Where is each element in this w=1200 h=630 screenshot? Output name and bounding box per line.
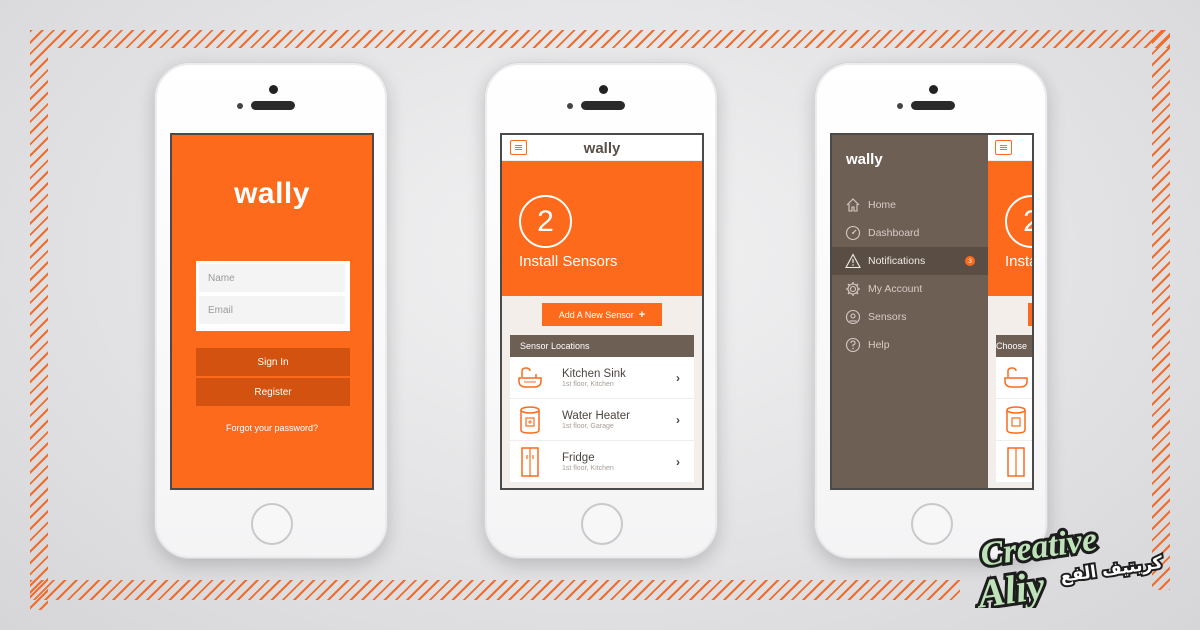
sink-icon bbox=[996, 357, 1032, 399]
menu-item-sensors[interactable]: Sensors bbox=[832, 303, 988, 331]
camera bbox=[929, 85, 938, 94]
earpiece-speaker bbox=[581, 101, 625, 110]
chevron-right-icon: › bbox=[676, 370, 680, 385]
earpiece-speaker bbox=[251, 101, 295, 110]
sensor-list: Kitchen Sink 1st floor, Kitchen › Water … bbox=[510, 357, 694, 483]
earpiece-speaker bbox=[911, 101, 955, 110]
step-title: Install Sensors bbox=[519, 253, 618, 270]
app-logo: wally bbox=[583, 140, 621, 157]
main-content-peek: 2 Install Sensors Choose bbox=[988, 135, 1032, 488]
fridge-icon bbox=[510, 441, 550, 483]
home-button[interactable] bbox=[251, 503, 293, 545]
app-logo: wally bbox=[846, 151, 883, 168]
phone-login: wally Sign In Register Forgot your passw… bbox=[154, 62, 388, 559]
menu-item-label: Notifications bbox=[868, 255, 926, 267]
creative-aliy-logo: Creative Creative Aliy Aliy كريتيف الفع … bbox=[969, 518, 1166, 608]
plus-icon: + bbox=[638, 308, 646, 321]
sensor-row[interactable] bbox=[996, 399, 1032, 441]
water-heater-icon bbox=[996, 399, 1032, 441]
menu-item-notifications[interactable]: Notifications 3 bbox=[832, 247, 988, 275]
menu-item-dashboard[interactable]: Dashboard bbox=[832, 219, 988, 247]
register-button[interactable]: Register bbox=[196, 378, 350, 406]
sensor-locations-header: Sensor Locations bbox=[510, 335, 694, 357]
chevron-right-icon: › bbox=[676, 412, 680, 427]
menu-item-label: Home bbox=[868, 199, 897, 211]
warning-icon bbox=[845, 253, 861, 269]
sensor-row-fridge[interactable]: Fridge 1st floor, Kitchen › bbox=[510, 441, 694, 483]
step-number: 2 bbox=[1005, 195, 1032, 248]
water-heater-icon bbox=[510, 399, 550, 441]
add-sensor-button[interactable] bbox=[1028, 303, 1032, 326]
sensor-row-kitchen-sink[interactable]: Kitchen Sink 1st floor, Kitchen › bbox=[510, 357, 694, 399]
help-icon bbox=[845, 337, 861, 353]
menu-item-home[interactable]: Home bbox=[832, 191, 988, 219]
dashboard-icon bbox=[845, 225, 861, 241]
notification-count-badge: 3 bbox=[965, 256, 975, 266]
stripe-frame-top bbox=[30, 30, 1170, 48]
name-field[interactable] bbox=[199, 264, 345, 292]
nav-menu: Home Dashboard Notifications 3 My Accoun… bbox=[832, 191, 988, 359]
sensor-locations-header: Choose bbox=[996, 335, 1032, 357]
sensor-row[interactable] bbox=[996, 441, 1032, 483]
login-form bbox=[196, 261, 350, 331]
fridge-icon bbox=[996, 441, 1032, 483]
menu-item-label: Sensors bbox=[868, 311, 907, 323]
sensor-name: Water Heater bbox=[562, 409, 630, 422]
menu-item-label: My Account bbox=[868, 283, 923, 295]
step-number: 2 bbox=[519, 195, 572, 248]
forgot-password-link[interactable]: Forgot your password? bbox=[172, 423, 372, 433]
menu-item-label: Help bbox=[868, 339, 890, 351]
stripe-frame-bottom bbox=[30, 580, 960, 600]
sensor-name: Kitchen Sink bbox=[562, 367, 626, 380]
add-sensor-label: Add A New Sensor bbox=[558, 309, 634, 320]
step-title: Install Sensors bbox=[1005, 253, 1032, 270]
sensor-icon bbox=[845, 309, 861, 325]
proximity-sensor bbox=[237, 103, 243, 109]
camera bbox=[269, 85, 278, 94]
sensor-location: 1st floor, Kitchen bbox=[562, 464, 614, 472]
home-button[interactable] bbox=[911, 503, 953, 545]
chevron-right-icon: › bbox=[676, 454, 680, 469]
home-button[interactable] bbox=[581, 503, 623, 545]
sensor-row-water-heater[interactable]: Water Heater 1st floor, Garage › bbox=[510, 399, 694, 441]
sink-icon bbox=[510, 357, 550, 399]
menu-item-label: Dashboard bbox=[868, 227, 920, 239]
nav-drawer: wally Home Dashboard Notifications 3 My … bbox=[832, 135, 988, 488]
sensor-list bbox=[996, 357, 1032, 483]
sensor-location: 1st floor, Kitchen bbox=[562, 380, 614, 388]
stripe-frame-right bbox=[1152, 30, 1170, 590]
step-hero: 2 Install Sensors bbox=[988, 161, 1032, 296]
sensor-row[interactable] bbox=[996, 357, 1032, 399]
menu-item-help[interactable]: Help bbox=[832, 331, 988, 359]
phone-menu: 2 Install Sensors Choose bbox=[814, 62, 1048, 559]
proximity-sensor bbox=[567, 103, 573, 109]
add-sensor-button[interactable]: Add A New Sensor + bbox=[542, 303, 662, 326]
gear-icon bbox=[846, 282, 860, 296]
menu-item-my-account[interactable]: My Account bbox=[832, 275, 988, 303]
install-screen: wally 2 Install Sensors Add A New Sensor… bbox=[500, 133, 704, 490]
app-header bbox=[988, 135, 1032, 161]
sign-in-button[interactable]: Sign In bbox=[196, 348, 350, 376]
hamburger-menu-icon[interactable] bbox=[995, 140, 1012, 155]
login-screen: wally Sign In Register Forgot your passw… bbox=[170, 133, 374, 490]
phone-install: wally 2 Install Sensors Add A New Sensor… bbox=[484, 62, 718, 559]
step-hero: 2 Install Sensors bbox=[502, 161, 702, 296]
home-icon bbox=[846, 198, 860, 212]
menu-screen: 2 Install Sensors Choose bbox=[830, 133, 1034, 490]
sensor-name: Fridge bbox=[562, 451, 595, 464]
proximity-sensor bbox=[897, 103, 903, 109]
app-logo: wally bbox=[234, 177, 310, 210]
app-header: wally bbox=[502, 135, 702, 161]
sensor-location: 1st floor, Garage bbox=[562, 422, 614, 430]
email-field[interactable] bbox=[199, 296, 345, 324]
stripe-frame-left bbox=[30, 30, 48, 610]
camera bbox=[599, 85, 608, 94]
